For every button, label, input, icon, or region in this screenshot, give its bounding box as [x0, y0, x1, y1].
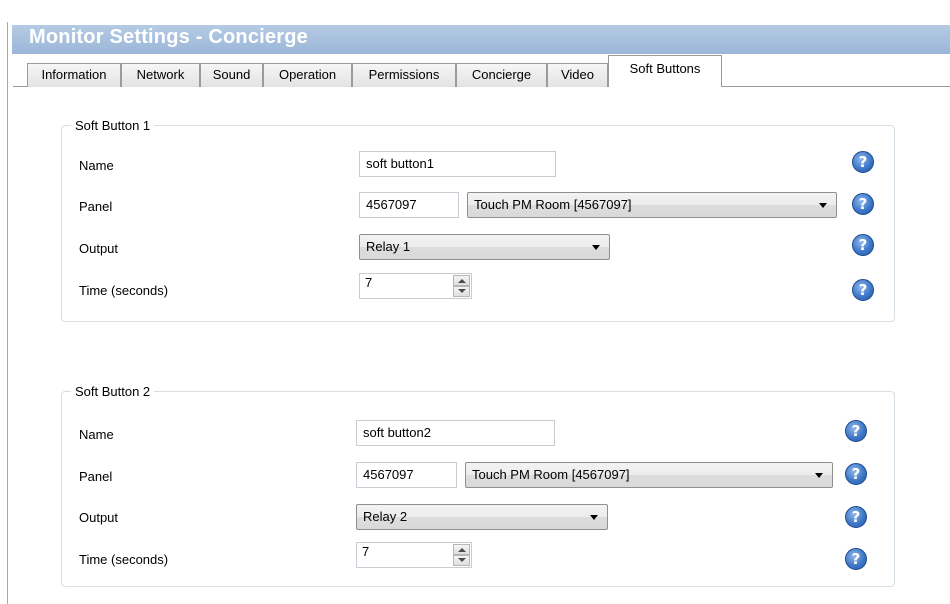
tab-concierge[interactable]: Concierge: [456, 63, 547, 87]
help-icon[interactable]: ?: [845, 463, 867, 485]
window-titlebar: Monitor Settings - Concierge: [12, 25, 950, 54]
output-dropdown-value: Relay 1: [366, 239, 411, 254]
output-label: Output: [79, 510, 119, 525]
time-value: 7: [365, 275, 373, 290]
stepper-down-button[interactable]: [453, 555, 470, 566]
tab-information[interactable]: Information: [27, 63, 121, 87]
group-title: Soft Button 2: [71, 383, 155, 400]
output-dropdown[interactable]: Relay 1: [359, 234, 610, 260]
tab-soft-buttons[interactable]: Soft Buttons: [608, 55, 722, 87]
help-icon[interactable]: ?: [845, 548, 867, 570]
help-icon[interactable]: ?: [852, 279, 874, 301]
stepper-down-button[interactable]: [453, 286, 470, 297]
time-label: Time (seconds): [79, 283, 169, 298]
tab-network[interactable]: Network: [121, 63, 200, 87]
tab-operation[interactable]: Operation: [263, 63, 352, 87]
output-label: Output: [79, 241, 119, 256]
help-icon[interactable]: ?: [852, 151, 874, 173]
name-field[interactable]: soft button1: [359, 151, 556, 177]
stepper-buttons: [453, 544, 470, 566]
group-title: Soft Button 1: [71, 117, 155, 134]
panel-dropdown-value: Touch PM Room [4567097]: [472, 467, 630, 482]
name-label: Name: [79, 158, 114, 173]
panel-id-field[interactable]: 4567097: [359, 192, 459, 218]
stepper-buttons: [453, 275, 470, 297]
panel-id-field[interactable]: 4567097: [356, 462, 457, 488]
chevron-down-icon: [819, 203, 827, 208]
panel-label: Panel: [79, 469, 113, 484]
panel-dropdown-value: Touch PM Room [4567097]: [474, 197, 632, 212]
panel-dropdown[interactable]: Touch PM Room [4567097]: [467, 192, 837, 218]
help-icon[interactable]: ?: [845, 506, 867, 528]
tab-sound[interactable]: Sound: [200, 63, 263, 87]
chevron-down-icon: [590, 515, 598, 520]
panel-dropdown[interactable]: Touch PM Room [4567097]: [465, 462, 833, 488]
help-icon[interactable]: ?: [852, 234, 874, 256]
background-strip: [0, 0, 950, 22]
time-stepper[interactable]: 7: [359, 273, 472, 299]
tab-video[interactable]: Video: [547, 63, 608, 87]
tab-permissions[interactable]: Permissions: [352, 63, 456, 87]
name-field[interactable]: soft button2: [356, 420, 555, 446]
output-dropdown-value: Relay 2: [363, 509, 408, 524]
chevron-down-icon: [592, 245, 600, 250]
time-stepper[interactable]: 7: [356, 542, 472, 568]
stepper-up-button[interactable]: [453, 544, 470, 555]
stepper-up-button[interactable]: [453, 275, 470, 286]
chevron-down-icon: [815, 473, 823, 478]
time-label: Time (seconds): [79, 552, 169, 567]
window-title: Monitor Settings - Concierge: [29, 26, 308, 48]
output-dropdown[interactable]: Relay 2: [356, 504, 608, 530]
help-icon[interactable]: ?: [852, 193, 874, 215]
panel-label: Panel: [79, 199, 113, 214]
time-value: 7: [362, 544, 370, 559]
help-icon[interactable]: ?: [845, 420, 867, 442]
active-tab-gap: [609, 86, 721, 87]
name-label: Name: [79, 427, 114, 442]
